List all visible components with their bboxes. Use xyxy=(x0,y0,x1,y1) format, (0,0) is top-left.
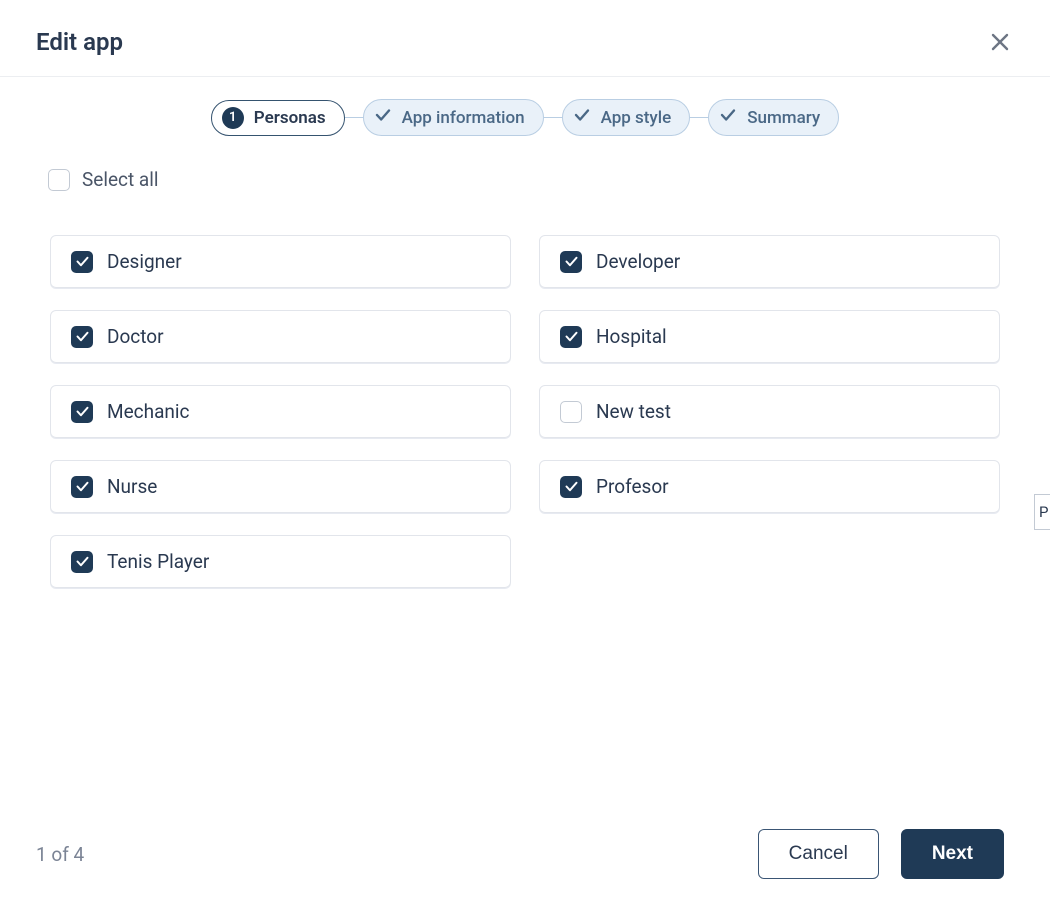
persona-checkbox[interactable] xyxy=(71,251,93,273)
persona-card[interactable]: Developer xyxy=(539,235,1000,288)
persona-label: Mechanic xyxy=(107,400,189,423)
step-label: Summary xyxy=(747,108,820,128)
select-all-label: Select all xyxy=(82,168,159,191)
dialog-content: Select all Designer Developer Doctor Hospit… xyxy=(0,146,1050,805)
step-personas[interactable]: 1 Personas xyxy=(211,100,345,136)
persona-label: Hospital xyxy=(596,325,667,348)
check-icon xyxy=(573,106,591,129)
offscreen-peek: P xyxy=(1034,494,1050,530)
step-number-badge: 1 xyxy=(222,107,244,129)
persona-checkbox[interactable] xyxy=(71,401,93,423)
persona-label: New test xyxy=(596,400,671,423)
check-icon xyxy=(75,254,90,269)
check-icon xyxy=(374,106,392,124)
check-icon xyxy=(564,329,579,344)
close-icon xyxy=(988,30,1012,54)
persona-checkbox[interactable] xyxy=(560,326,582,348)
step-connector xyxy=(690,117,708,119)
persona-label: Doctor xyxy=(107,325,164,348)
persona-card[interactable]: Mechanic xyxy=(50,385,511,438)
persona-label: Tenis Player xyxy=(107,550,209,573)
persona-grid: Designer Developer Doctor Hospital Mechanic N… xyxy=(46,199,1004,588)
check-icon xyxy=(564,479,579,494)
persona-label: Profesor xyxy=(596,475,669,498)
check-icon xyxy=(719,106,737,129)
check-icon xyxy=(719,106,737,124)
persona-checkbox[interactable] xyxy=(71,476,93,498)
dialog-footer: 1 of 4 Cancel Next xyxy=(0,805,1050,913)
check-icon xyxy=(374,106,392,129)
step-connector xyxy=(345,117,363,119)
persona-card[interactable]: New test xyxy=(539,385,1000,438)
page-indicator: 1 of 4 xyxy=(36,843,84,866)
select-all-checkbox[interactable] xyxy=(48,169,70,191)
check-icon xyxy=(573,106,591,124)
persona-card[interactable]: Designer xyxy=(50,235,511,288)
persona-label: Nurse xyxy=(107,475,157,498)
dialog-header: Edit app xyxy=(0,0,1050,77)
persona-checkbox[interactable] xyxy=(560,251,582,273)
step-connector xyxy=(544,117,562,119)
step-app-style[interactable]: App style xyxy=(562,99,691,136)
wizard-stepper: 1 Personas App information App style Summary xyxy=(0,77,1050,146)
select-all-toggle[interactable]: Select all xyxy=(46,164,1004,199)
step-label: App information xyxy=(402,108,525,128)
persona-checkbox[interactable] xyxy=(71,551,93,573)
persona-label: Designer xyxy=(107,250,182,273)
edit-app-dialog: Edit app 1 Personas App information App sty… xyxy=(0,0,1050,913)
check-icon xyxy=(75,479,90,494)
next-button[interactable]: Next xyxy=(901,829,1004,879)
footer-actions: Cancel Next xyxy=(758,829,1004,879)
persona-checkbox[interactable] xyxy=(560,401,582,423)
step-label: Personas xyxy=(254,108,326,128)
cancel-button[interactable]: Cancel xyxy=(758,829,879,879)
persona-card[interactable]: Hospital xyxy=(539,310,1000,363)
dialog-title: Edit app xyxy=(36,28,123,56)
step-app-information[interactable]: App information xyxy=(363,99,544,136)
check-icon xyxy=(75,329,90,344)
check-icon xyxy=(564,254,579,269)
check-icon xyxy=(75,554,90,569)
step-summary[interactable]: Summary xyxy=(708,99,839,136)
persona-card[interactable]: Profesor xyxy=(539,460,1000,513)
persona-card[interactable]: Doctor xyxy=(50,310,511,363)
persona-checkbox[interactable] xyxy=(71,326,93,348)
persona-label: Developer xyxy=(596,250,680,273)
step-label: App style xyxy=(601,108,672,128)
close-button[interactable] xyxy=(986,28,1014,56)
persona-card[interactable]: Nurse xyxy=(50,460,511,513)
persona-checkbox[interactable] xyxy=(560,476,582,498)
persona-card[interactable]: Tenis Player xyxy=(50,535,511,588)
check-icon xyxy=(75,404,90,419)
